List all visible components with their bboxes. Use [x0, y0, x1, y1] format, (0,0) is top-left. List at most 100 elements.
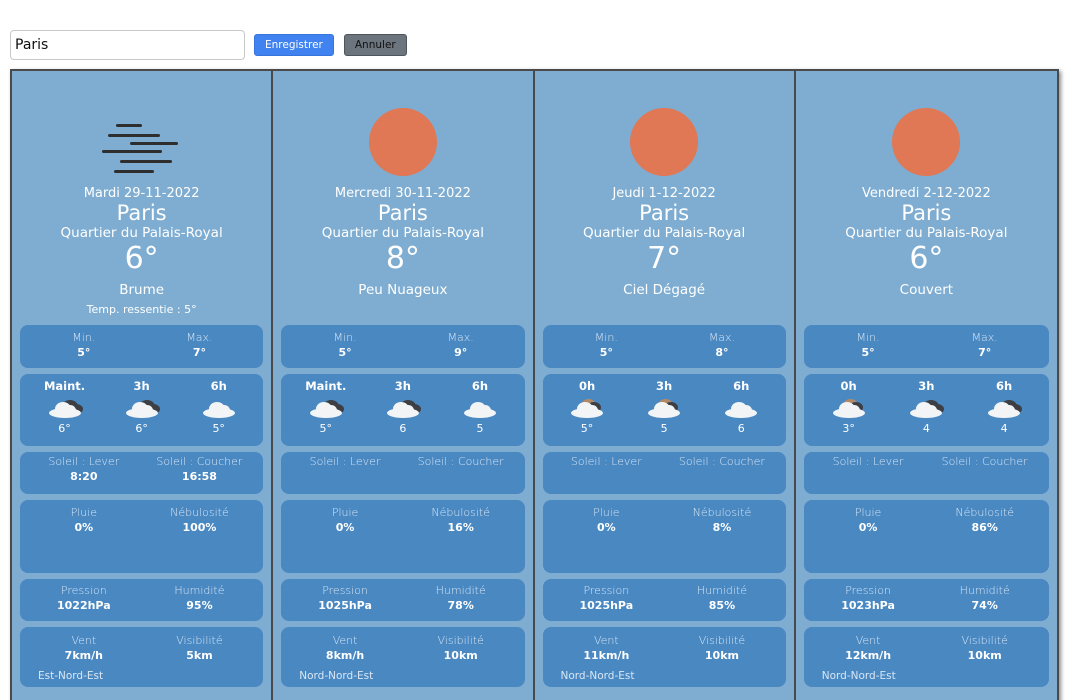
feels-like	[281, 303, 524, 317]
wind-direction: Nord-Nord-Est	[560, 670, 635, 682]
hour-label: 3h	[656, 379, 673, 393]
pressure-label: Pression	[322, 584, 368, 597]
hour-temp: 4	[922, 422, 930, 435]
pressure-box: Pression 1025hPa Humidité 85%	[542, 579, 786, 621]
visibility-value: 10km	[967, 649, 1002, 662]
rain-value: 0%	[74, 521, 94, 534]
wind-value: 7km/h	[64, 649, 103, 662]
cancel-button[interactable]: Annuler	[343, 34, 407, 56]
pressure-box: Pression 1023hPa Humidité 74%	[803, 579, 1049, 621]
district-name: Quartier du Palais-Royal	[60, 225, 223, 241]
dark-cloud-icon	[45, 398, 85, 420]
forecast-date: Mardi 29-11-2022	[83, 186, 200, 201]
min-value: 5°	[599, 346, 613, 359]
humidity-label: Humidité	[959, 584, 1010, 597]
hour-label: 3h	[918, 379, 935, 393]
wind-direction: Nord-Nord-Est	[821, 670, 896, 682]
sunset-label: Soleil : Coucher	[678, 455, 765, 468]
sunset-label: Soleil : Coucher	[417, 455, 504, 468]
minmax-box: Min. 5° Max. 7°	[803, 325, 1049, 368]
humidity-value: 95%	[186, 599, 213, 612]
min-label: Min.	[333, 331, 357, 344]
hourly-box: 0h 5° 3h 5 6h 6	[542, 374, 786, 446]
wind-value: 12km/h	[845, 649, 892, 662]
save-button[interactable]: Enregistrer	[254, 34, 334, 56]
cloud-value: 8%	[712, 521, 732, 534]
max-label: Max.	[971, 331, 998, 344]
max-label: Max.	[708, 331, 736, 344]
wind-label: Vent	[593, 634, 619, 647]
cloud-label: Nébulosité	[431, 506, 490, 519]
min-value: 5°	[861, 346, 875, 359]
hour-slot: Maint. 6°	[26, 379, 103, 446]
cloud-icon	[199, 398, 239, 420]
hour-temp: 4	[1000, 422, 1008, 435]
weather-icon-wrap	[804, 71, 1049, 186]
min-value: 5°	[77, 346, 91, 359]
pressure-box: Pression 1025hPa Humidité 78%	[281, 579, 525, 621]
dark-cloud-icon	[984, 398, 1024, 420]
forecast-date: Mercredi 30-11-2022	[334, 186, 471, 201]
weather-icon-wrap	[20, 71, 263, 186]
forecast-card-1: Mardi 29-11-2022 Paris Quartier du Palai…	[12, 71, 274, 700]
rain-value: 0%	[335, 521, 355, 534]
moon-cloud-icon	[567, 398, 607, 420]
wind-label: Vent	[855, 634, 881, 647]
city-name: Paris	[377, 201, 428, 225]
hour-temp: 5°	[319, 422, 333, 435]
cloud-value: 16%	[447, 521, 474, 534]
cloud-icon	[721, 398, 761, 420]
pressure-value: 1022hPa	[56, 599, 111, 612]
city-input[interactable]	[10, 30, 245, 60]
dark-cloud-icon	[906, 398, 946, 420]
sun-box: Soleil : Lever Soleil : Coucher	[803, 452, 1049, 494]
hour-label: Maint.	[305, 379, 347, 393]
pressure-label: Pression	[583, 584, 630, 597]
sunrise-label: Soleil : Lever	[832, 455, 904, 468]
hour-label: 6h	[471, 379, 489, 393]
cloud-value: 86%	[971, 521, 998, 534]
sun-icon	[368, 108, 437, 176]
minmax-box: Min. 5° Max. 9°	[281, 325, 525, 368]
temperature: 6°	[124, 241, 159, 276]
hour-slot: 6h 5°	[180, 379, 257, 446]
hourly-box: Maint. 6° 3h 6° 6h 5°	[20, 374, 264, 446]
rain-label: Pluie	[331, 506, 359, 519]
rain-value: 0%	[858, 521, 878, 534]
wind-box: Vent 12km/h Visibilité 10km Nord-Nord-Est	[803, 627, 1049, 687]
dark-cloud-icon	[306, 398, 346, 420]
min-label: Min.	[594, 331, 618, 344]
humidity-label: Humidité	[435, 584, 486, 597]
pressure-value: 1023hPa	[841, 599, 895, 612]
pressure-value: 1025hPa	[318, 599, 372, 612]
moon-cloud-icon	[829, 398, 869, 420]
pressure-box: Pression 1022hPa Humidité 95%	[20, 579, 264, 621]
visibility-label: Visibilité	[176, 634, 223, 647]
humidity-value: 85%	[708, 599, 736, 612]
hour-label: 0h	[578, 379, 596, 393]
minmax-box: Min. 5° Max. 8°	[542, 325, 786, 368]
sunrise-label: Soleil : Lever	[309, 455, 381, 468]
condition: Brume	[119, 282, 165, 298]
wind-direction: Nord-Nord-Est	[299, 670, 374, 682]
temperature: 7°	[647, 241, 682, 276]
wind-box: Vent 8km/h Visibilité 10km Nord-Nord-Est	[281, 627, 525, 687]
temperature: 6°	[909, 241, 944, 276]
district-name: Quartier du Palais-Royal	[845, 225, 1008, 241]
forecast-date: Vendredi 2-12-2022	[862, 186, 991, 201]
humidity-value: 78%	[447, 599, 474, 612]
hour-label: 6h	[733, 379, 750, 393]
city-name: Paris	[639, 201, 690, 225]
pressure-label: Pression	[60, 584, 107, 597]
max-label: Max.	[186, 331, 213, 344]
rain-label: Pluie	[70, 506, 98, 519]
wind-label: Vent	[71, 634, 97, 647]
weather-icon-wrap	[281, 71, 524, 186]
hour-temp: 6°	[58, 422, 71, 435]
hour-slot: 0h 5°	[549, 379, 626, 446]
hour-temp: 6	[737, 422, 745, 435]
cloud-icon	[460, 398, 500, 420]
city-name: Paris	[116, 201, 167, 225]
moon-cloud-icon	[644, 398, 684, 420]
max-value: 8°	[715, 346, 729, 359]
